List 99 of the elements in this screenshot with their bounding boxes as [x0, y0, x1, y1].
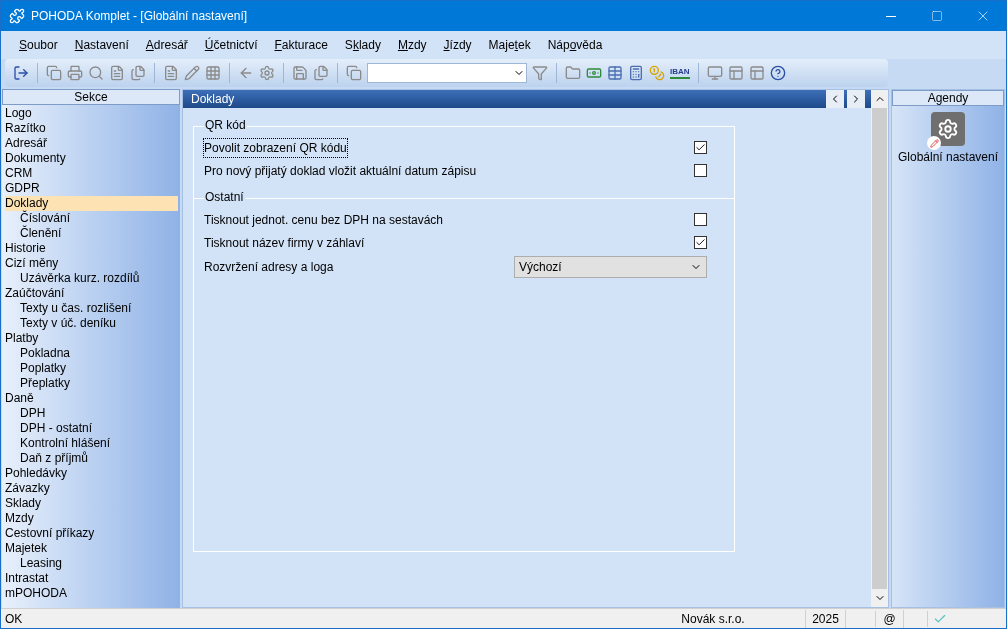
section-item[interactable]: Zaúčtování	[5, 286, 178, 301]
table-icon[interactable]	[607, 65, 623, 81]
section-item[interactable]: Razítko	[5, 121, 178, 136]
section-item[interactable]: Pohledávky	[5, 466, 178, 481]
dropdown-value: Výchozí	[519, 258, 562, 276]
menu-item[interactable]: Fakturace	[266, 36, 336, 54]
scrollbar[interactable]	[871, 90, 888, 607]
email-mark: @	[876, 609, 904, 628]
folder-icon[interactable]	[565, 65, 581, 81]
new-icon[interactable]	[163, 65, 179, 81]
section-item[interactable]: mPOHODA	[5, 586, 178, 601]
section-item[interactable]: Členění	[5, 226, 178, 241]
checkbox[interactable]	[694, 236, 707, 249]
section-item[interactable]: Texty u čas. rozlišení	[5, 301, 178, 316]
company-name: Novák s.r.o.	[621, 609, 806, 628]
window-icon[interactable]	[748, 65, 765, 81]
agendas-header: Agendy	[892, 90, 1004, 106]
menu-item[interactable]: Jízdy	[435, 36, 480, 54]
back-icon[interactable]	[238, 65, 254, 81]
option-label: Tisknout jednot. cenu bez DPH na sestavách	[204, 211, 444, 229]
iban-button[interactable]: IBAN	[670, 67, 690, 79]
gear-icon[interactable]	[259, 65, 275, 81]
option-label: Povolit zobrazení QR kódu	[204, 138, 347, 157]
section-item[interactable]: Daň z příjmů	[5, 451, 178, 466]
calculator-icon[interactable]	[628, 65, 644, 81]
section-item[interactable]: Historie	[5, 241, 178, 256]
print-icon[interactable]	[67, 65, 83, 81]
document-icon[interactable]	[109, 65, 125, 81]
edit-icon[interactable]	[184, 65, 200, 81]
search-combo[interactable]	[367, 63, 527, 83]
banknote-icon[interactable]	[586, 65, 602, 81]
section-item[interactable]: Pokladna	[5, 346, 178, 361]
app-icon	[9, 8, 25, 24]
section-item[interactable]: DPH - ostatní	[5, 421, 178, 436]
menu-item[interactable]: Soubor	[11, 36, 66, 54]
option-label: Tisknout název firmy v záhlaví	[204, 234, 365, 252]
maximize-icon	[931, 10, 943, 22]
coins-icon[interactable]	[649, 65, 665, 81]
layout-icon[interactable]	[727, 65, 744, 81]
section-item[interactable]: Doklady	[5, 196, 178, 211]
group-title: QR kód	[203, 118, 248, 133]
section-item[interactable]: DPH	[5, 406, 178, 421]
section-item[interactable]: Uzávěrka kurz. rozdílů	[5, 271, 178, 286]
menu-item[interactable]: Adresář	[137, 36, 196, 54]
files-icon[interactable]	[130, 65, 146, 81]
menu-item[interactable]: Sklady	[336, 36, 389, 54]
filter-icon[interactable]	[532, 65, 548, 81]
section-item[interactable]: Poplatky	[5, 361, 178, 376]
exit-icon[interactable]	[13, 65, 29, 81]
menu-item[interactable]: Mzdy	[389, 36, 435, 54]
pencil-icon	[927, 136, 941, 150]
section-item[interactable]: Mzdy	[5, 511, 178, 526]
section-item[interactable]: Logo	[5, 106, 178, 121]
section-item[interactable]: Číslování	[5, 211, 178, 226]
option-label: Pro nový přijatý doklad vložit aktuální datum zápisu	[204, 162, 477, 180]
section-item[interactable]: Dokumenty	[5, 151, 178, 166]
menu-item[interactable]: Majetek	[480, 36, 539, 54]
section-item[interactable]: CRM	[5, 166, 178, 181]
grid-icon[interactable]	[205, 65, 221, 81]
preview-icon[interactable]	[88, 65, 104, 81]
section-item[interactable]: Kontrolní hlášení	[5, 436, 178, 451]
menu-item[interactable]: Účetnictví	[196, 36, 266, 54]
agenda-label: Globální nastavení	[897, 149, 999, 166]
copy-icon[interactable]	[46, 65, 62, 81]
section-item[interactable]: GDPR	[5, 181, 178, 196]
status-message: OK	[4, 610, 24, 628]
next-button[interactable]	[847, 90, 865, 108]
section-item[interactable]: Adresář	[5, 136, 178, 151]
previous-button[interactable]	[826, 90, 844, 108]
section-item[interactable]: Platby	[5, 331, 178, 346]
agenda-item[interactable]: Globální nastavení	[892, 112, 1004, 166]
help-icon[interactable]	[769, 65, 786, 81]
year: 2025	[806, 609, 846, 628]
section-item[interactable]: Závazky	[5, 481, 178, 496]
section-item[interactable]: Texty v úč. deníku	[5, 316, 178, 331]
checkbox[interactable]	[694, 213, 707, 226]
panel-title: Doklady	[190, 91, 235, 108]
checkbox[interactable]	[694, 141, 707, 154]
paste-icon[interactable]	[346, 65, 362, 81]
checkbox[interactable]	[694, 164, 707, 177]
layout-dropdown[interactable]: Výchozí	[514, 255, 707, 278]
section-item[interactable]: Sklady	[5, 496, 178, 511]
save-copy-icon[interactable]	[313, 65, 329, 81]
sections-header: Sekce	[2, 89, 180, 105]
section-item[interactable]: Daně	[5, 391, 178, 406]
window-title: POHODA Komplet - [Globální nastavení]	[31, 8, 248, 25]
section-item[interactable]: Leasing	[5, 556, 178, 571]
monitor-icon[interactable]	[706, 65, 723, 81]
save-icon[interactable]	[292, 65, 308, 81]
section-item[interactable]: Intrastat	[5, 571, 178, 586]
minimize-icon	[886, 15, 896, 17]
section-item[interactable]: Majetek	[5, 541, 178, 556]
option-label: Rozvržení adresy a loga	[204, 258, 334, 276]
gear-icon	[937, 118, 959, 140]
section-item[interactable]: Cestovní příkazy	[5, 526, 178, 541]
section-item[interactable]: Cizí měny	[5, 256, 178, 271]
menu-item[interactable]: Nastavení	[66, 36, 137, 54]
menu-item[interactable]: Nápověda	[539, 36, 611, 54]
section-item[interactable]: Přeplatky	[5, 376, 178, 391]
